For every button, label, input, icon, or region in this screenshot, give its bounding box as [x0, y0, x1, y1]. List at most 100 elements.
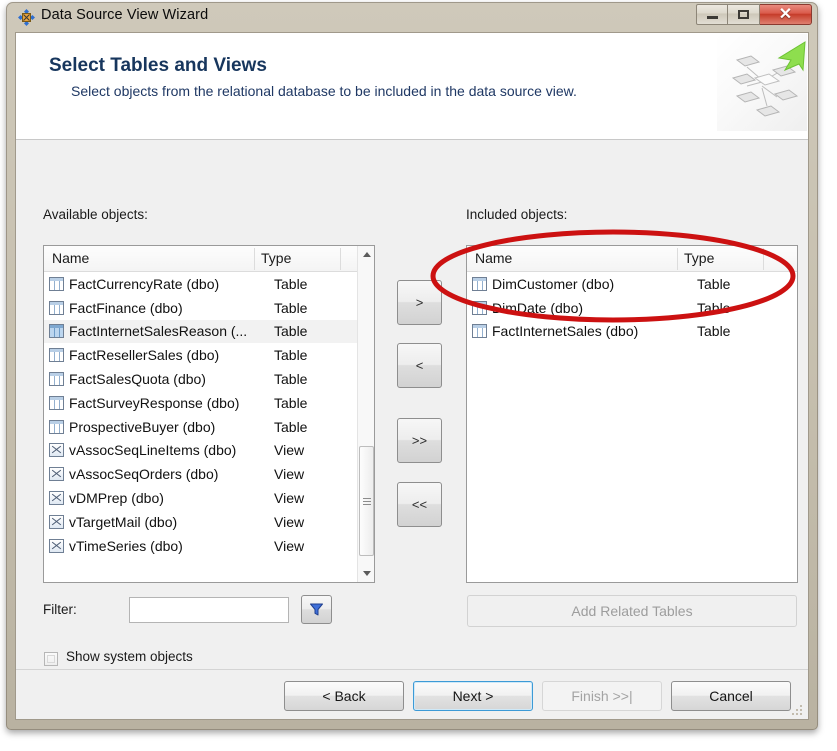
scroll-up-button[interactable]	[358, 246, 374, 263]
list-item[interactable]: FactCurrencyRate (dbo) Table	[44, 272, 374, 296]
list-item-type: View	[274, 442, 305, 459]
view-icon	[49, 443, 64, 458]
table-icon	[49, 419, 64, 434]
page-title: Select Tables and Views	[49, 55, 267, 76]
title-bar[interactable]: Data Source View Wizard ✕	[6, 2, 818, 32]
list-item[interactable]: FactResellerSales (dbo) Table	[44, 343, 374, 367]
available-objects-list[interactable]: Name Type FactCurrencyRate (dbo) Table Fac…	[43, 245, 375, 583]
list-item-type: Table	[697, 323, 731, 340]
next-button[interactable]: Next >	[413, 681, 533, 711]
maximize-icon	[738, 10, 749, 19]
included-objects-list[interactable]: Name Type DimCustomer (dbo) Table DimDate …	[466, 245, 798, 583]
table-icon	[472, 276, 487, 291]
column-header-type[interactable]: Type	[261, 250, 291, 266]
filter-input[interactable]	[129, 597, 289, 623]
list-item-type: View	[274, 466, 305, 483]
view-icon	[49, 514, 64, 529]
list-item[interactable]: FactFinance (dbo) Table	[44, 296, 374, 320]
list-item-name: FactFinance (dbo)	[69, 299, 183, 316]
table-icon	[472, 300, 487, 315]
minimize-icon	[706, 16, 718, 19]
grip-icon	[362, 497, 371, 505]
list-item[interactable]: FactSalesQuota (dbo) Table	[44, 367, 374, 391]
list-item-type: Table	[274, 394, 308, 411]
included-rows-container: DimCustomer (dbo) Table DimDate (dbo) Table…	[467, 272, 797, 582]
available-list-scrollbar[interactable]	[357, 246, 374, 582]
resize-grip[interactable]	[791, 703, 804, 716]
scroll-down-button[interactable]	[358, 565, 374, 582]
view-icon	[49, 538, 64, 553]
list-item-name: FactSurveyResponse (dbo)	[69, 394, 240, 411]
list-item-type: Table	[274, 299, 308, 316]
list-item[interactable]: FactInternetSalesReason (... Table	[44, 319, 374, 344]
list-item[interactable]: FactSurveyResponse (dbo) Table	[44, 391, 374, 415]
add-related-tables-button: Add Related Tables	[467, 595, 797, 627]
list-item-name: DimCustomer (dbo)	[492, 275, 615, 292]
finish-button: Finish >>|	[542, 681, 662, 711]
screen: Data Source View Wizard ✕ Select Tables …	[0, 0, 837, 751]
wizard-body: Available objects: Included objects: Nam…	[16, 140, 808, 669]
dialog-window: Data Source View Wizard ✕ Select Tables …	[6, 2, 818, 730]
list-item-name: FactInternetSalesReason (...	[69, 323, 248, 340]
list-item-type: View	[274, 490, 305, 507]
list-item-type: View	[274, 537, 305, 554]
list-item[interactable]: vTimeSeries (dbo) View	[44, 534, 374, 558]
show-system-objects-checkbox[interactable]	[44, 652, 58, 666]
included-list-header: Name Type	[467, 246, 797, 272]
filter-label: Filter:	[43, 602, 77, 617]
list-item-name: FactResellerSales (dbo)	[69, 347, 220, 364]
list-item[interactable]: vAssocSeqLineItems (dbo) View	[44, 439, 374, 463]
list-item[interactable]: vTargetMail (dbo) View	[44, 510, 374, 534]
column-header-type[interactable]: Type	[684, 250, 714, 266]
add-all-button[interactable]: >>	[397, 418, 442, 463]
data-source-view-diagram-image	[717, 34, 807, 131]
list-item[interactable]: FactInternetSales (dbo) Table	[467, 320, 797, 344]
cancel-button[interactable]: Cancel	[671, 681, 791, 711]
column-header-name[interactable]: Name	[52, 250, 89, 266]
list-item-type: View	[274, 513, 305, 530]
list-item-name: DimDate (dbo)	[492, 299, 584, 316]
included-objects-label: Included objects:	[466, 207, 568, 222]
list-item-type: Table	[274, 323, 308, 340]
window-title: Data Source View Wizard	[41, 7, 209, 23]
dialog-client-area: Select Tables and Views Select objects f…	[15, 32, 809, 720]
column-header-name[interactable]: Name	[475, 250, 512, 266]
table-icon	[49, 348, 64, 363]
list-item-type: Table	[697, 275, 731, 292]
list-item[interactable]: vDMPrep (dbo) View	[44, 486, 374, 510]
list-item[interactable]: DimCustomer (dbo) Table	[467, 272, 797, 296]
table-icon	[49, 300, 64, 315]
list-item[interactable]: vAssocSeqOrders (dbo) View	[44, 462, 374, 486]
list-item-name: vAssocSeqOrders (dbo)	[69, 466, 219, 483]
column-divider[interactable]	[763, 248, 764, 270]
column-divider[interactable]	[677, 248, 678, 270]
list-item-name: FactCurrencyRate (dbo)	[69, 275, 220, 292]
remove-button[interactable]: <	[397, 343, 442, 388]
close-icon: ✕	[778, 5, 793, 23]
window-controls: ✕	[696, 4, 812, 25]
apply-filter-button[interactable]	[301, 595, 332, 624]
list-item[interactable]: DimDate (dbo) Table	[467, 296, 797, 320]
close-button[interactable]: ✕	[760, 4, 812, 25]
column-divider[interactable]	[254, 248, 255, 270]
list-item-name: vTimeSeries (dbo)	[69, 537, 183, 554]
table-icon	[49, 276, 64, 291]
minimize-button[interactable]	[696, 4, 728, 25]
back-button[interactable]: < Back	[284, 681, 404, 711]
column-divider[interactable]	[340, 248, 341, 270]
list-item-type: Table	[274, 371, 308, 388]
add-button[interactable]: >	[397, 280, 442, 325]
list-item-type: Table	[274, 275, 308, 292]
scrollbar-thumb[interactable]	[359, 446, 374, 556]
wizard-header: Select Tables and Views Select objects f…	[16, 33, 808, 140]
table-icon	[49, 395, 64, 410]
list-item-type: Table	[274, 418, 308, 435]
list-item-name: FactSalesQuota (dbo)	[69, 371, 206, 388]
view-icon	[49, 491, 64, 506]
chevron-up-icon	[362, 252, 371, 257]
show-system-objects-label[interactable]: Show system objects	[66, 649, 193, 664]
maximize-button[interactable]	[728, 4, 760, 25]
list-item[interactable]: ProspectiveBuyer (dbo) Table	[44, 415, 374, 439]
remove-all-button[interactable]: <<	[397, 482, 442, 527]
table-icon	[49, 324, 64, 339]
